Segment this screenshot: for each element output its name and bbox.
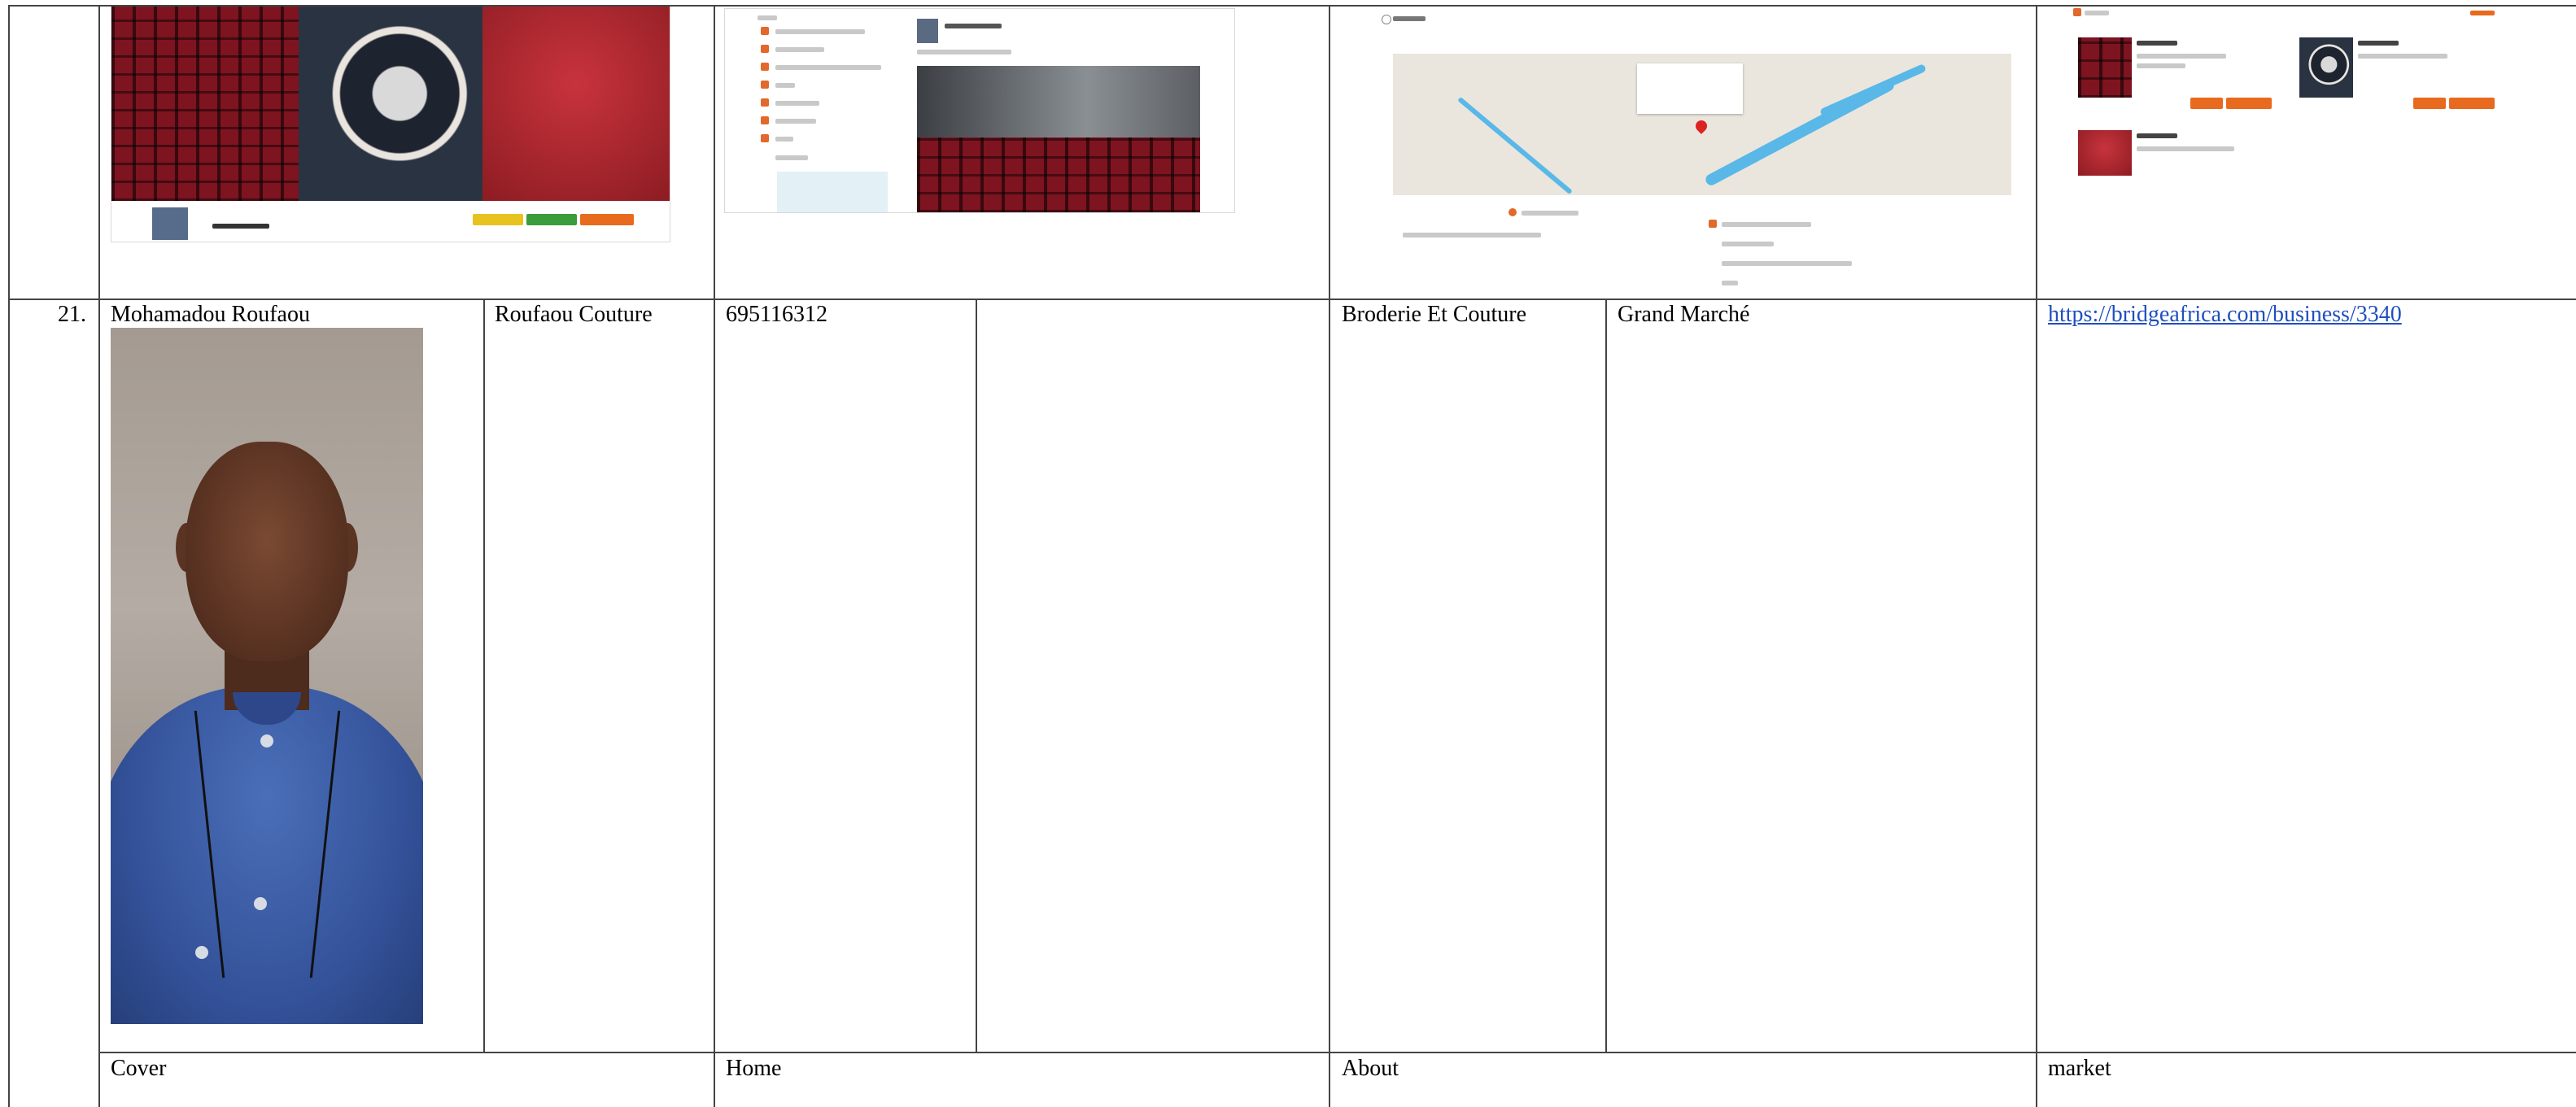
robe-button [254,897,267,910]
robe-button [195,946,208,959]
home-label: Home [726,1056,782,1081]
cover-screenshot [111,5,670,242]
home-post-photo-shirt [917,137,1200,212]
market-item-desc [2137,146,2234,151]
home-post-photo-top [917,66,1200,147]
home-screenshot [724,8,1235,213]
market-item-photo [2078,130,2132,176]
about-header-icon [1382,15,1391,24]
message-button-thumb [526,214,577,225]
market-item-title [2137,41,2177,46]
market-item-desc [2137,54,2226,59]
column-rule [1605,299,1607,1052]
menu-line [775,29,865,34]
menu-line [775,83,795,88]
market-header-icon [2073,8,2081,16]
market-item-button [2413,98,2446,109]
about-line [1722,222,1811,227]
column-rule [2036,5,2037,1107]
home-card [777,172,888,212]
home-avatar [917,19,938,43]
about-label: About [1342,1056,1399,1081]
menu-line [775,155,808,160]
about-header-bar [1393,16,1426,21]
menu-line [775,119,816,124]
market-item-photo [2299,37,2353,98]
table-rule [8,5,2576,7]
phone-number: 695116312 [726,302,827,327]
map-thumb [1393,54,2011,195]
owner-photo [111,328,423,1024]
market-item-button [2449,98,2495,109]
column-rule [714,5,715,1107]
menu-icon [761,27,769,35]
shirt-photo [111,6,299,201]
map-river [1819,63,1927,118]
map-info-box [1637,63,1743,114]
about-screenshot [1378,7,2029,291]
column-rule [976,299,977,1052]
about-line [1722,242,1774,246]
market-item-button [2226,98,2272,109]
contact-button-thumb [580,214,634,225]
menu-icon [761,81,769,89]
about-line [1403,233,1541,238]
profile-avatar [152,207,188,240]
about-line [1522,211,1578,216]
table-rule [8,299,2576,300]
about-line [1722,281,1738,285]
bag-photo [299,6,482,201]
owner-name: Mohamadou Roufaou [111,302,310,327]
row-number: 21. [58,302,86,327]
market-item-title [2358,41,2399,46]
market-header-bar [2085,11,2109,15]
market-item-desc [2137,63,2185,68]
map-river [1457,96,1573,195]
market-header-link [2470,11,2495,15]
market-item-desc [2358,54,2447,59]
business-category: Broderie Et Couture [1342,302,1527,327]
table-rule [98,1052,2576,1053]
home-post-line [917,50,1011,54]
menu-icon [761,134,769,142]
home-menu-title [758,15,777,20]
about-line [1722,261,1852,266]
menu-line [775,65,881,70]
menu-line [775,47,824,52]
menu-line [775,101,819,106]
face [186,442,348,661]
document-page: 21. Mohamadou Roufaou Roufaou Couture 69… [0,0,2576,1107]
market-item-button [2190,98,2223,109]
market-label: market [2048,1056,2111,1081]
cover-label: Cover [111,1056,167,1081]
business-location: Grand Marché [1618,302,1750,327]
location-icon [761,63,769,71]
menu-line [775,137,793,142]
business-url-link[interactable]: https://bridgeafrica.com/business/3340 [2048,301,2402,329]
profile-name-bar [212,224,269,229]
menu-icon [761,45,769,53]
market-item-title [2137,133,2177,138]
business-name: Roufaou Couture [495,302,653,327]
column-rule [98,5,100,1107]
market-screenshot [2072,5,2529,176]
vest-photo [482,6,670,201]
follow-button-thumb [473,214,523,225]
column-rule [8,5,10,1107]
market-item-photo [2078,37,2132,98]
robe-button [260,734,273,747]
about-icon [1709,220,1717,228]
phone-icon [761,116,769,124]
column-rule [1329,5,1330,1107]
about-business-icon [1508,208,1517,216]
column-rule [483,299,485,1052]
home-profile-line [945,24,1002,28]
map-pin-icon [1693,118,1709,134]
menu-icon [761,98,769,107]
